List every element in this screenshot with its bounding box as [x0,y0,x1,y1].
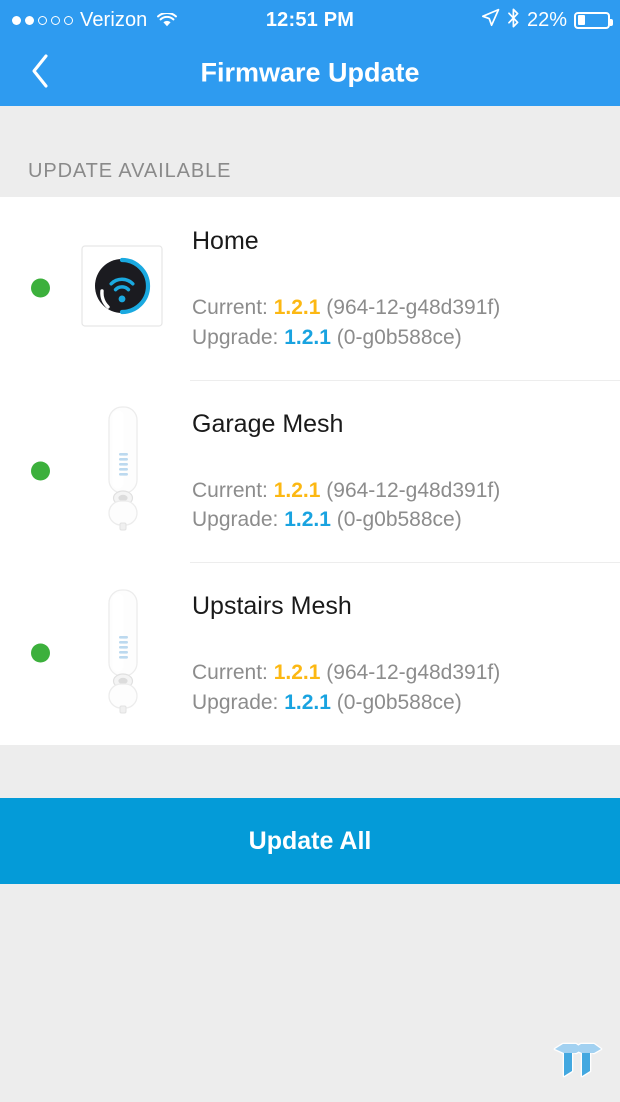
device-row[interactable]: Home Current: 1.2.1 (964-12-g48d391f) Upgr… [0,197,620,380]
device-thumbnail [78,589,166,714]
bottom-spacer [0,884,620,1102]
current-label: Current: [192,478,268,502]
current-version: 1.2.1 [273,661,321,685]
update-all-button[interactable]: Update All [0,798,620,884]
upgrade-build: (0-g0b588ce) [336,325,462,349]
navigation-bar: Firmware Update [0,40,620,106]
device-thumbnail [78,406,166,531]
upgrade-version-line: Upgrade: 1.2.1 (0-g0b588ce) [192,323,500,353]
upgrade-build: (0-g0b588ce) [336,691,462,714]
current-version: 1.2.1 [273,478,321,502]
upgrade-version: 1.2.1 [284,325,331,349]
location-arrow-icon [481,8,500,32]
device-name: Upstairs Mesh [192,592,352,621]
router-device-icon [78,242,166,335]
device-list: Home Current: 1.2.1 (964-12-g48d391f) Upgr… [0,197,620,745]
current-build: (964-12-g48d391f) [326,296,501,319]
tt-logo-watermark [545,1038,605,1092]
device-row[interactable]: Upstairs Mesh Current: 1.2.1 (964-12-g48d… [0,562,620,745]
device-name: Garage Mesh [192,409,344,438]
footer-spacer [0,745,620,798]
status-bar-right: 22% [481,8,613,33]
bluetooth-icon [507,8,520,33]
device-info: Garage Mesh Current: 1.2.1 (964-12-g48d39… [192,380,604,563]
current-version-line: Current: 1.2.1 (964-12-g48d391f) [192,658,500,688]
version-block: Current: 1.2.1 (964-12-g48d391f) Upgrade:… [192,293,500,353]
mesh-extender-icon [87,586,157,721]
current-build: (964-12-g48d391f) [326,478,501,502]
current-version-line: Current: 1.2.1 (964-12-g48d391f) [192,293,500,323]
page-title: Firmware Update [200,57,420,88]
current-label: Current: [192,296,268,319]
device-thumbnail [78,244,166,332]
device-info: Upstairs Mesh Current: 1.2.1 (964-12-g48d… [192,562,604,745]
upgrade-version-line: Upgrade: 1.2.1 (0-g0b588ce) [192,688,500,718]
current-version: 1.2.1 [273,296,321,319]
battery-icon [574,11,613,29]
current-version-line: Current: 1.2.1 (964-12-g48d391f) [192,476,500,506]
upgrade-label: Upgrade: [192,508,279,532]
upgrade-label: Upgrade: [192,691,279,714]
upgrade-version: 1.2.1 [284,691,331,714]
mesh-extender-icon [87,403,157,538]
upgrade-build: (0-g0b588ce) [336,508,462,532]
section-header: UPDATE AVAILABLE [0,106,620,197]
device-name: Home [192,227,259,255]
current-build: (964-12-g48d391f) [326,661,501,685]
upgrade-label: Upgrade: [192,325,279,349]
status-indicator-dot [31,643,50,663]
device-row[interactable]: Garage Mesh Current: 1.2.1 (964-12-g48d39… [0,379,620,563]
section-header-label: UPDATE AVAILABLE [28,160,232,182]
device-info: Home Current: 1.2.1 (964-12-g48d391f) Upgr… [192,197,604,380]
battery-percent-label: 22% [526,8,567,31]
upgrade-version: 1.2.1 [284,508,331,532]
version-block: Current: 1.2.1 (964-12-g48d391f) Upgrade:… [192,476,500,536]
app-screen: Verizon 12:51 PM 22% Firmware Update UPD… [0,0,620,1102]
upgrade-version-line: Upgrade: 1.2.1 (0-g0b588ce) [192,505,500,535]
version-block: Current: 1.2.1 (964-12-g48d391f) Upgrade:… [192,658,500,718]
status-indicator-dot [31,461,50,481]
status-bar: Verizon 12:51 PM 22% [0,0,620,40]
current-label: Current: [192,661,268,685]
status-indicator-dot [31,278,50,298]
